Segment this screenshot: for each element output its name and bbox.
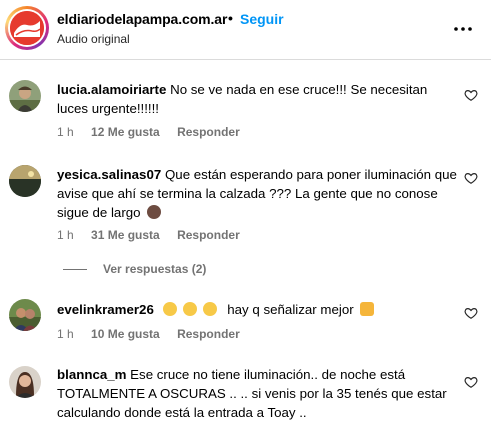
comment-username[interactable]: yesica.salinas07 [57, 167, 161, 182]
like-heart-icon[interactable] [464, 375, 478, 389]
reply-button[interactable]: Responder [177, 327, 240, 341]
comment-meta: 1 h 31 Me gusta Responder [57, 228, 254, 242]
follow-button[interactable]: Seguir [240, 11, 284, 27]
reply-button[interactable]: Responder [177, 228, 240, 242]
flushed-face-emoji-icon [202, 302, 217, 316]
like-heart-icon[interactable] [464, 88, 478, 102]
reply-button[interactable]: Responder [177, 125, 240, 139]
post-header: eldiariodelapampa.com.ar • Seguir Audio … [0, 0, 491, 60]
comment-meta: 1 h 10 Me gusta Responder [57, 327, 254, 341]
account-name[interactable]: eldiariodelapampa.com.ar [57, 11, 227, 27]
comment-likes[interactable]: 12 Me gusta [91, 125, 160, 139]
comment-time[interactable]: 1 h [57, 228, 74, 242]
comment-username[interactable]: blannca_m [57, 367, 126, 382]
comment-body: lucia.alamoiriarte No se ve nada en ese … [57, 80, 452, 118]
comment-body: blannca_m Ese cruce no tiene iluminación… [57, 365, 452, 422]
comment-meta: 1 h 12 Me gusta Responder [57, 125, 254, 139]
newspaper-logo-icon [10, 11, 44, 45]
comment-body: yesica.salinas07 Que están esperando par… [57, 165, 457, 222]
account-avatar[interactable] [5, 6, 49, 50]
comment-likes[interactable]: 31 Me gusta [91, 228, 160, 242]
view-replies-button[interactable]: Ver respuestas (2) [103, 262, 206, 276]
commenter-avatar[interactable] [9, 366, 41, 398]
comment-username[interactable]: lucia.alamoiriarte [57, 82, 166, 97]
replies-divider [63, 269, 87, 270]
flushed-face-emoji-icon [162, 302, 177, 316]
raising-hands-emoji-icon [360, 302, 375, 316]
more-horizontal-icon[interactable] [452, 18, 474, 40]
comment-time[interactable]: 1 h [57, 327, 74, 341]
comment-username[interactable]: evelinkramer26 [57, 302, 154, 317]
audio-label[interactable]: Audio original [57, 32, 130, 46]
comment-time[interactable]: 1 h [57, 125, 74, 139]
separator-dot: • [228, 10, 233, 26]
flushed-face-emoji-icon [182, 302, 197, 316]
comment-body: evelinkramer26 hay q señalizar mejor [57, 300, 457, 319]
person-shrugging-emoji-icon [147, 205, 162, 219]
commenter-avatar[interactable] [9, 165, 41, 197]
commenter-avatar[interactable] [9, 299, 41, 331]
like-heart-icon[interactable] [464, 171, 478, 185]
commenter-avatar[interactable] [9, 80, 41, 112]
like-heart-icon[interactable] [464, 306, 478, 320]
comment-text: hay q señalizar mejor [227, 302, 354, 317]
comment-likes[interactable]: 10 Me gusta [91, 327, 160, 341]
